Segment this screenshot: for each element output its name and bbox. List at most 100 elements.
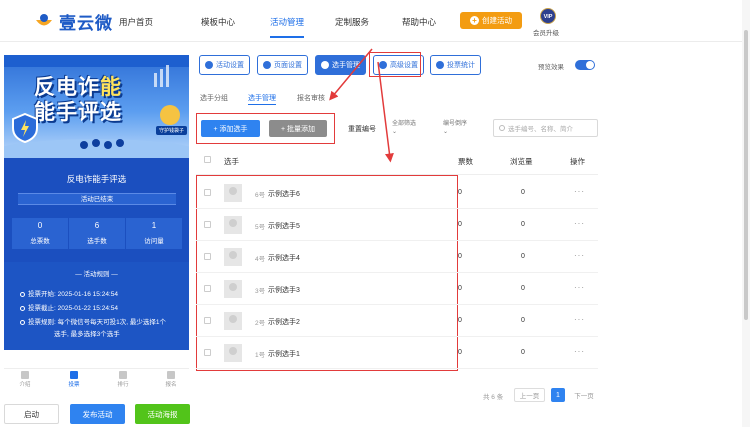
contestant-name[interactable]: 示例选手4	[268, 253, 300, 263]
nav-home[interactable]: 用户首页	[119, 16, 153, 28]
next-page-button[interactable]: 下一页	[570, 388, 598, 402]
subtab-groups[interactable]: 选手分组	[200, 93, 228, 103]
nav-templates[interactable]: 模板中心	[201, 16, 235, 28]
brand-logo[interactable]: 壹云微	[34, 10, 113, 33]
contestant-name[interactable]: 示例选手6	[268, 189, 300, 199]
contestant-name[interactable]: 示例选手2	[268, 317, 300, 327]
dropdown-label: 编号倒序	[443, 121, 468, 127]
banner-title-line1: 反电诈	[34, 76, 100, 99]
preview-tab-ranking[interactable]: 排行	[108, 371, 138, 387]
table-header: 选手 票数 浏览量 操作	[196, 145, 598, 175]
table-row[interactable]: 5号 示例选手5 0 0 ···	[196, 209, 598, 241]
reset-number-button[interactable]: 重置编号	[348, 124, 376, 134]
logo-icon	[34, 11, 54, 31]
table-row[interactable]: 4号 示例选手4 0 0 ···	[196, 241, 598, 273]
more-actions-icon[interactable]: ···	[574, 251, 585, 260]
subtab-contestants[interactable]: 选手管理	[248, 93, 276, 103]
mobile-preview: 反电诈能 能手评选 守护钱袋子 反电诈能手评选 活动已结束 0 总票数 6 选手…	[4, 55, 189, 387]
votes-cell: 0	[458, 317, 462, 324]
info-icon	[20, 320, 25, 325]
more-actions-icon[interactable]: ···	[574, 283, 585, 292]
preview-tab-intro[interactable]: 介绍	[10, 371, 40, 387]
table-row[interactable]: 6号 示例选手6 0 0 ···	[196, 177, 598, 209]
bar-chart-icon	[436, 61, 444, 69]
preview-tab-signup[interactable]: 报名	[156, 371, 186, 387]
vip-icon[interactable]: VIP	[540, 8, 556, 24]
row-checkbox[interactable]	[204, 317, 211, 324]
contestant-number: 4号	[255, 256, 266, 263]
contestant-name[interactable]: 示例选手5	[268, 221, 300, 231]
table-row[interactable]: 3号 示例选手3 0 0 ···	[196, 273, 598, 305]
intro-icon	[21, 371, 29, 379]
start-button[interactable]: 启动	[4, 404, 59, 424]
preview-tab-vote[interactable]: 投票	[59, 371, 89, 387]
views-cell: 0	[521, 285, 525, 292]
nav-help[interactable]: 帮助中心	[402, 16, 436, 28]
event-status: 活动已结束	[18, 193, 176, 205]
select-all-checkbox[interactable]	[204, 156, 211, 163]
contestant-name[interactable]: 示例选手1	[268, 349, 300, 359]
row-checkbox[interactable]	[204, 349, 211, 356]
views-cell: 0	[521, 349, 525, 356]
tab-label: 介绍	[19, 382, 31, 387]
contestant-number: 1号	[255, 352, 266, 359]
tab-contestant-management[interactable]: 选手管理	[315, 55, 366, 75]
row-checkbox[interactable]	[204, 189, 211, 196]
views-cell: 0	[521, 189, 525, 196]
rules-heading: — 活动规则 —	[75, 271, 118, 278]
clock-icon	[20, 292, 25, 297]
tab-activity-settings[interactable]: 活动设置	[199, 55, 250, 75]
votes-cell: 0	[458, 189, 462, 196]
tab-vote-statistics[interactable]: 投票统计	[430, 55, 481, 75]
contestant-number: 6号	[255, 192, 266, 199]
preview-toggle[interactable]	[575, 60, 595, 70]
tab-label: 选手管理	[332, 62, 360, 69]
batch-add-button[interactable]: + 批量添加	[269, 120, 327, 137]
stat-value: 1	[151, 221, 157, 230]
nav-custom-service[interactable]: 定制服务	[335, 16, 369, 28]
sort-number-dropdown[interactable]: 编号倒序 ⌄	[443, 120, 467, 136]
create-activity-button[interactable]: + 创建活动	[460, 12, 522, 29]
avatar	[224, 184, 242, 202]
stat-value: 0	[37, 221, 43, 230]
activity-poster-button[interactable]: 活动海报	[135, 404, 190, 424]
row-checkbox[interactable]	[204, 285, 211, 292]
pagination-total: 共 6 条	[483, 394, 504, 401]
flag-icon	[167, 371, 175, 379]
table-row[interactable]: 1号 示例选手1 0 0 ···	[196, 337, 598, 369]
tab-label: 页面设置	[274, 62, 302, 69]
subtab-signup-review[interactable]: 报名审核	[297, 93, 325, 103]
avatar	[224, 312, 242, 330]
gear-icon	[263, 61, 271, 69]
row-checkbox[interactable]	[204, 221, 211, 228]
add-contestant-button[interactable]: + 添加选手	[201, 120, 260, 137]
more-actions-icon[interactable]: ···	[574, 219, 585, 228]
tab-label: 活动设置	[216, 62, 244, 69]
stat-visits: 1 访问量	[126, 218, 182, 249]
table-row[interactable]: 2号 示例选手2 0 0 ···	[196, 305, 598, 337]
tab-label: 投票	[68, 382, 80, 387]
more-actions-icon[interactable]: ···	[574, 315, 585, 324]
rule-end-time: 投票截止: 2025-01-22 15:24:54	[20, 302, 118, 312]
publish-activity-button[interactable]: 发布活动	[70, 404, 125, 424]
nav-active-underline	[270, 36, 304, 38]
filter-all-dropdown[interactable]: 全部筛选 ⌄	[392, 120, 416, 136]
vip-upgrade-label[interactable]: 会员升级	[533, 27, 559, 37]
contestant-name[interactable]: 示例选手3	[268, 285, 300, 295]
more-actions-icon[interactable]: ···	[574, 187, 585, 196]
search-input[interactable]: 选手编号、名称、简介	[493, 119, 598, 137]
scrollbar-thumb[interactable]	[744, 30, 748, 320]
search-placeholder: 选手编号、名称、简介	[508, 126, 573, 133]
more-actions-icon[interactable]: ···	[574, 347, 585, 356]
nav-activity-management[interactable]: 活动管理	[270, 16, 304, 28]
stat-contestants: 6 选手数	[69, 218, 125, 249]
tab-page-settings[interactable]: 页面设置	[257, 55, 308, 75]
header-actions: 操作	[570, 157, 585, 166]
banner-title: 反电诈能 能手评选	[34, 75, 122, 125]
contestant-number: 2号	[255, 320, 266, 327]
prev-page-button[interactable]: 上一页	[514, 388, 545, 402]
row-checkbox[interactable]	[204, 253, 211, 260]
rule-vote-policy: 投票规则: 每个微信号每天可投1次, 最少选择1个	[20, 316, 166, 326]
page-1-button[interactable]: 1	[551, 388, 565, 402]
rule-start-time: 投票开始: 2025-01-16 15:24:54	[20, 288, 118, 298]
